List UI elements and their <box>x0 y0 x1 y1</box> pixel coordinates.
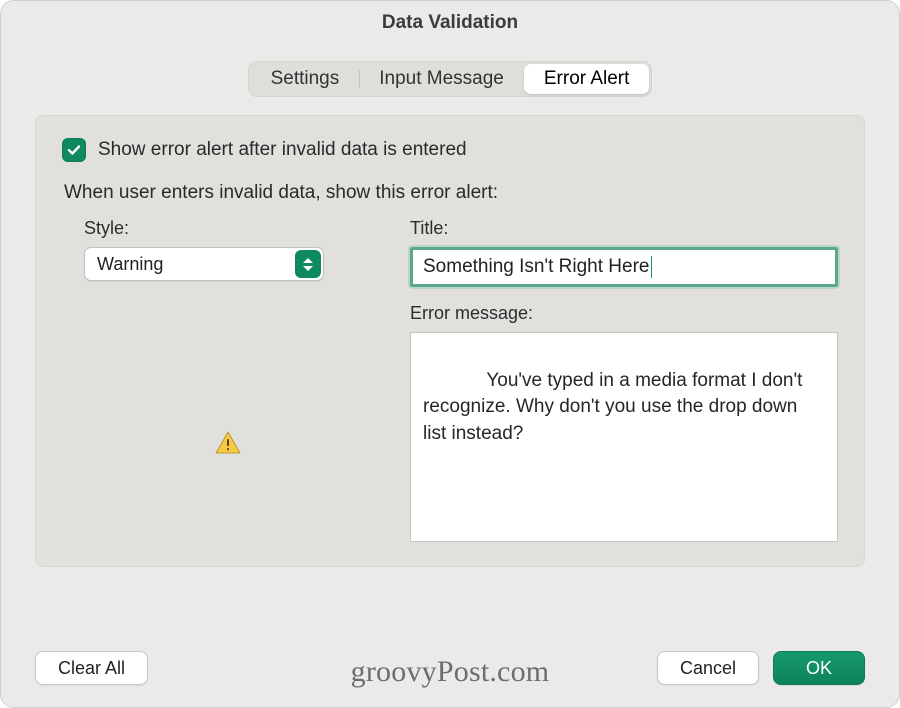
tab-label: Error Alert <box>544 68 630 89</box>
style-select[interactable]: Warning <box>84 247 324 281</box>
left-column: Style: Warning <box>62 218 372 542</box>
style-label: Style: <box>84 218 372 239</box>
dialog-body: Settings Input Message Error Alert Show … <box>1 45 899 567</box>
clear-all-button[interactable]: Clear All <box>35 651 148 685</box>
dialog-title-text: Data Validation <box>382 12 518 34</box>
button-label: OK <box>806 658 832 679</box>
tab-label: Input Message <box>379 68 504 89</box>
tab-label: Settings <box>271 68 340 89</box>
fields-columns: Style: Warning <box>62 218 838 542</box>
tab-settings[interactable]: Settings <box>251 64 360 94</box>
data-validation-dialog: Data Validation Settings Input Message E… <box>0 0 900 708</box>
error-alert-prompt: When user enters invalid data, show this… <box>64 182 838 204</box>
tab-error-alert[interactable]: Error Alert <box>524 64 650 94</box>
text-caret <box>651 256 652 278</box>
error-alert-panel: Show error alert after invalid data is e… <box>35 115 865 567</box>
error-message-value: You've typed in a media format I don't r… <box>423 370 808 444</box>
button-label: Cancel <box>680 658 736 679</box>
show-error-alert-label: Show error alert after invalid data is e… <box>98 139 467 161</box>
tabs: Settings Input Message Error Alert <box>248 61 653 97</box>
error-message-label: Error message: <box>410 303 838 324</box>
style-select-value: Warning <box>97 254 163 275</box>
ok-button[interactable]: OK <box>773 651 865 685</box>
dialog-footer: Clear All Cancel OK <box>35 651 865 685</box>
warning-icon <box>215 431 241 455</box>
button-label: Clear All <box>58 658 125 679</box>
cancel-button[interactable]: Cancel <box>657 651 759 685</box>
title-label: Title: <box>410 218 838 239</box>
dialog-title: Data Validation <box>1 1 899 45</box>
tabs-container: Settings Input Message Error Alert <box>35 61 865 97</box>
error-message-textarea[interactable]: You've typed in a media format I don't r… <box>410 332 838 542</box>
right-column: Title: Something Isn't Right Here Error … <box>410 218 838 542</box>
show-error-alert-row: Show error alert after invalid data is e… <box>62 138 838 162</box>
checkmark-icon <box>66 142 82 158</box>
tab-input-message[interactable]: Input Message <box>359 64 524 94</box>
select-stepper-icon <box>295 250 321 278</box>
show-error-alert-checkbox[interactable] <box>62 138 86 162</box>
title-input-value: Something Isn't Right Here <box>423 256 649 278</box>
style-preview <box>84 431 372 455</box>
title-input[interactable]: Something Isn't Right Here <box>410 247 838 287</box>
